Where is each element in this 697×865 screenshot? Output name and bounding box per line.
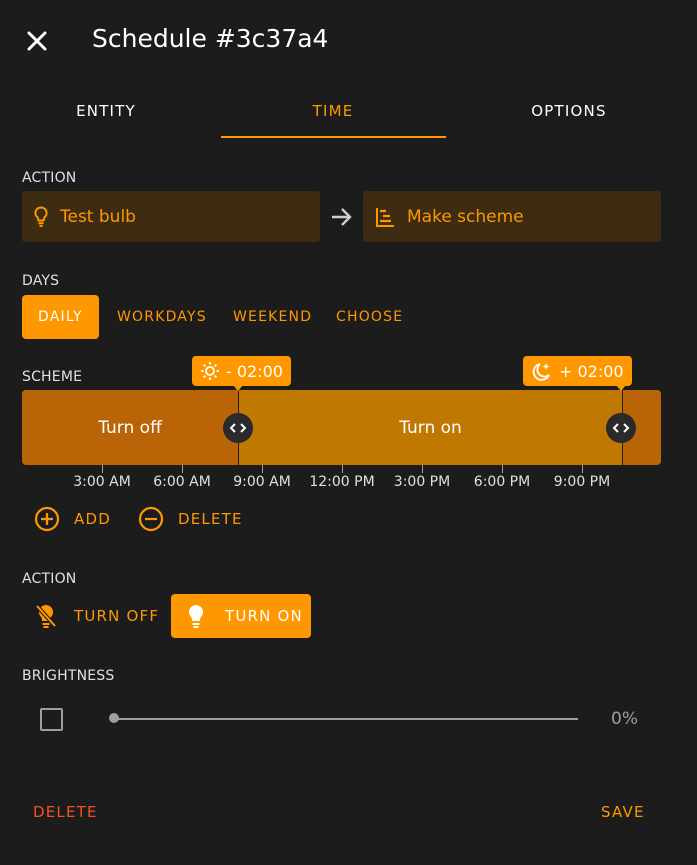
turn-on-button[interactable]: TURN ON xyxy=(171,594,311,638)
axis-label: 9:00 PM xyxy=(553,474,611,490)
day-option-daily[interactable]: DAILY xyxy=(22,295,99,339)
marker-label: + 02:00 xyxy=(559,361,624,381)
delete-slot-button[interactable]: DELETE xyxy=(138,506,243,532)
scheme-section-label: SCHEME xyxy=(22,369,83,385)
entity-name: Test bulb xyxy=(60,206,136,227)
lightbulb-off-icon xyxy=(35,604,57,628)
dialog-title: Schedule #3c37a4 xyxy=(92,24,329,53)
segment-resize-handle[interactable] xyxy=(223,413,253,443)
add-slot-button[interactable]: ADD xyxy=(34,506,111,532)
sunrise-offset-marker[interactable]: - 02:00 xyxy=(192,356,291,386)
axis-tick xyxy=(342,465,343,473)
save-button[interactable]: SAVE xyxy=(601,803,645,821)
tab-time[interactable]: TIME xyxy=(285,102,381,120)
brightness-slider-track[interactable] xyxy=(114,718,578,720)
axis-tick xyxy=(102,465,103,473)
day-option-weekend[interactable]: WEEKEND xyxy=(233,295,312,339)
segment-turn-on[interactable]: Turn on xyxy=(239,390,622,465)
delete-schedule-button[interactable]: DELETE xyxy=(33,803,98,821)
brightness-slider-thumb[interactable] xyxy=(109,713,119,723)
chevron-left-right-icon xyxy=(229,423,247,433)
axis-label: 12:00 PM xyxy=(309,474,375,490)
segment-turn-off[interactable]: Turn off xyxy=(22,390,238,465)
marker-pointer xyxy=(233,385,243,391)
entity-picker[interactable]: Test bulb xyxy=(22,191,320,242)
brightness-label: BRIGHTNESS xyxy=(22,668,115,684)
lightbulb-icon xyxy=(188,604,204,628)
marker-label: - 02:00 xyxy=(226,361,283,381)
axis-tick xyxy=(582,465,583,473)
axis-label: 9:00 AM xyxy=(233,474,291,490)
tab-entity[interactable]: ENTITY xyxy=(58,102,154,120)
days-section-label: DAYS xyxy=(22,273,60,289)
add-slot-label: ADD xyxy=(74,510,111,528)
minus-circle-icon xyxy=(138,506,164,532)
segment-resize-handle[interactable] xyxy=(606,413,636,443)
turn-off-button[interactable]: TURN OFF xyxy=(34,594,159,638)
marker-pointer xyxy=(616,385,626,391)
delete-slot-label: DELETE xyxy=(178,510,243,528)
segment-label: Turn on xyxy=(399,417,462,438)
plus-circle-icon xyxy=(34,506,60,532)
tab-options[interactable]: OPTIONS xyxy=(521,102,617,120)
segment-label: Turn off xyxy=(98,417,162,438)
brightness-value: 0% xyxy=(611,709,638,729)
brightness-checkbox[interactable] xyxy=(40,708,63,731)
timeline-chart-icon xyxy=(376,207,394,227)
active-tab-indicator xyxy=(221,136,446,138)
service-name: Make scheme xyxy=(407,206,524,227)
turn-off-label: TURN OFF xyxy=(74,607,160,625)
scheme-timeline[interactable]: Turn off Turn on xyxy=(22,390,661,465)
turn-on-label: TURN ON xyxy=(225,607,303,625)
day-option-workdays[interactable]: WORKDAYS xyxy=(117,295,207,339)
axis-tick xyxy=(422,465,423,473)
sunrise-icon xyxy=(201,362,219,380)
sunset-icon xyxy=(532,363,550,381)
day-option-choose[interactable]: CHOOSE xyxy=(336,295,403,339)
action-section-label: ACTION xyxy=(22,170,77,186)
axis-tick xyxy=(502,465,503,473)
axis-tick xyxy=(182,465,183,473)
lightbulb-outline-icon xyxy=(34,205,48,227)
chevron-left-right-icon xyxy=(612,423,630,433)
axis-label: 3:00 PM xyxy=(393,474,451,490)
sunset-offset-marker[interactable]: + 02:00 xyxy=(523,356,632,386)
axis-label: 6:00 PM xyxy=(473,474,531,490)
arrow-right-icon xyxy=(330,206,354,232)
axis-label: 6:00 AM xyxy=(153,474,211,490)
axis-tick xyxy=(262,465,263,473)
service-picker[interactable]: Make scheme xyxy=(363,191,661,242)
axis-label: 3:00 AM xyxy=(73,474,131,490)
slot-action-label: ACTION xyxy=(22,571,77,587)
close-icon[interactable] xyxy=(24,28,50,54)
